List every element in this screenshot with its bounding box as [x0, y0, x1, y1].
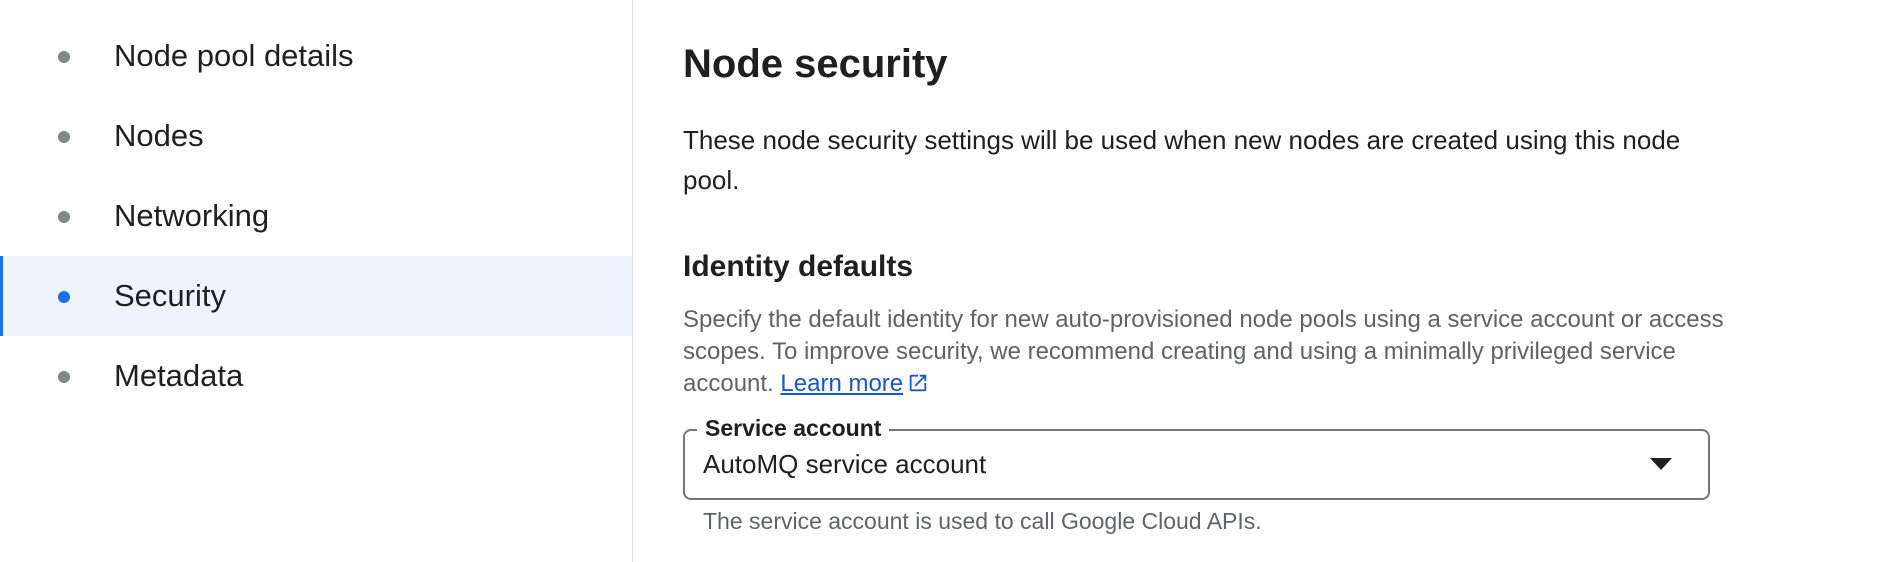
section-description: Specify the default identity for new aut… [683, 304, 1743, 403]
bullet-dot-icon [58, 371, 70, 383]
sidebar-item-label: Security [114, 278, 226, 313]
dropdown-arrow-icon[interactable] [1650, 458, 1672, 470]
service-account-hint: The service account is used to call Goog… [703, 508, 1262, 534]
intro-text: These node security settings will be use… [683, 125, 1681, 195]
sidebar-item-label: Networking [114, 198, 270, 233]
service-account-select[interactable]: Service account AutoMQ service account [683, 413, 1710, 500]
sidebar-item-nodes[interactable]: Nodes [0, 96, 632, 176]
sidebar-item-networking[interactable]: Networking [0, 176, 632, 256]
bullet-dot-icon [58, 131, 70, 143]
service-account-value: AutoMQ service account [703, 449, 987, 479]
external-link-icon[interactable] [907, 371, 929, 403]
section-title-identity-defaults: Identity defaults [683, 250, 914, 283]
sidebar-item-node-pool-details[interactable]: Node pool details [0, 16, 632, 96]
sidebar-item-label: Node pool details [114, 38, 354, 73]
sidebar-item-label: Nodes [114, 118, 204, 153]
sidebar-item-security[interactable]: Security [0, 256, 632, 336]
sidebar-item-label: Metadata [114, 358, 244, 393]
sidebar-item-metadata[interactable]: Metadata [0, 336, 632, 416]
bullet-dot-icon [58, 51, 70, 63]
page-title: Node security [683, 42, 948, 86]
sidebar-nav: Node pool details Nodes Networking Secur… [0, 0, 633, 562]
learn-more-link[interactable]: Learn more [780, 370, 903, 397]
bullet-dot-icon [58, 291, 70, 303]
bullet-dot-icon [58, 211, 70, 223]
learn-more-label: Learn more [780, 370, 904, 397]
